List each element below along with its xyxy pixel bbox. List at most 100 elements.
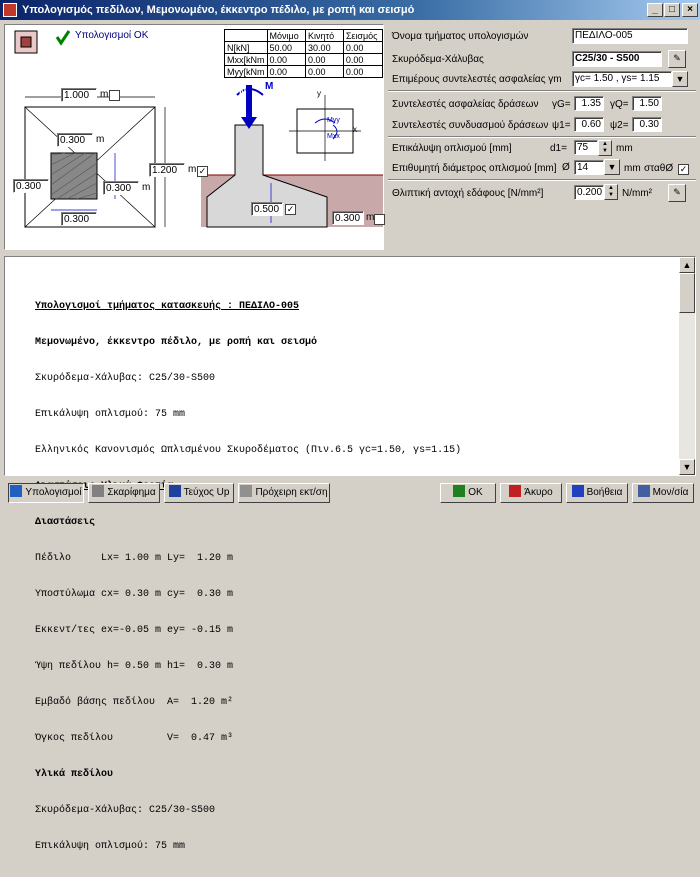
- h1-field[interactable]: 0.300: [332, 211, 364, 225]
- table-cell[interactable]: 0.00: [305, 65, 344, 78]
- help-button-label: Βοήθεια: [586, 487, 623, 498]
- soil-edit-icon[interactable]: ✎: [668, 184, 686, 202]
- psi2-label: ψ2=: [610, 120, 629, 131]
- cancel-button[interactable]: Άκυρο: [500, 483, 562, 503]
- stath-label: σταθØ: [644, 163, 674, 174]
- scroll-thumb[interactable]: [679, 273, 695, 313]
- name-label: Όνομα τμήματος υπολογισμών: [392, 31, 529, 42]
- table-cell: Mxx[kNm: [224, 53, 268, 66]
- soil-input[interactable]: 0.200: [574, 185, 604, 200]
- material-value[interactable]: C25/30 - S500: [572, 51, 662, 67]
- psi2-input[interactable]: 0.30: [632, 117, 662, 132]
- units-button[interactable]: Μον/σία: [632, 483, 694, 503]
- report-line: Υποστύλωμα cx= 0.30 m cy= 0.30 m: [35, 589, 234, 600]
- ey-field[interactable]: 0.300: [61, 212, 97, 226]
- material-label: Σκυρόδεμα-Χάλυβας: [392, 54, 484, 65]
- diam-unit: mm: [624, 163, 641, 174]
- table-cell[interactable]: 50.00: [266, 41, 307, 54]
- mxx-label: Mxx: [327, 133, 340, 140]
- table-cell[interactable]: 0.00: [342, 41, 384, 54]
- teuxos-button[interactable]: Τεύχος Up: [164, 483, 234, 503]
- ly-checkbox[interactable]: ✓: [197, 166, 208, 177]
- table-row: Mxx[kNm 0.00 0.00 0.00: [224, 53, 384, 66]
- units-icon: [637, 485, 650, 497]
- scroll-up-icon[interactable]: ▲: [679, 257, 695, 273]
- help-button[interactable]: Βοήθεια: [566, 483, 628, 503]
- print-button[interactable]: Πρόχειρη εκτ/ση: [238, 483, 330, 503]
- table-header: [224, 29, 268, 42]
- report-line: Διαστάσεις: [35, 517, 96, 528]
- scrollbar[interactable]: ▲ ▼: [679, 257, 695, 475]
- report-area[interactable]: Υπολογισμοί τμήματος κατασκευής : ΠΕΔΙΛΟ…: [4, 256, 696, 852]
- table-cell[interactable]: 0.00: [266, 53, 307, 66]
- gg-input[interactable]: 1.35: [574, 96, 604, 111]
- h-checkbox[interactable]: ✓: [285, 204, 296, 215]
- report-line: Εμβαδό βάσης πεδίλου A= 1.20 m²: [35, 697, 234, 708]
- ok-button-label: OK: [468, 487, 483, 498]
- lx-field[interactable]: 1.000: [61, 88, 97, 102]
- maximize-button[interactable]: □: [664, 3, 680, 17]
- soil-label: Θλιπτική αντοχή εδάφους [N/mm²]: [392, 188, 544, 199]
- report-line: Ελληνικός Κανονισμός Ωπλισμένου Σκυροδέμ…: [35, 445, 462, 456]
- h1-checkbox[interactable]: [374, 214, 385, 225]
- print-button-label: Πρόχειρη εκτ/ση: [255, 487, 328, 498]
- sketch-button-label: Σκαρίφημα: [107, 487, 156, 498]
- table-cell[interactable]: 0.00: [342, 65, 384, 78]
- chevron-down-icon[interactable]: ▼: [672, 71, 688, 87]
- divider: [388, 179, 696, 181]
- report-line: Πέδιλο Lx= 1.00 m Ly= 1.20 m: [35, 553, 234, 564]
- myy-label: Myy: [327, 117, 340, 124]
- ok-button[interactable]: OK: [440, 483, 496, 503]
- teuxos-button-label: Τεύχος Up: [183, 487, 230, 498]
- calc-button[interactable]: Υπολογισμοί: [8, 483, 84, 503]
- close-button[interactable]: ×: [682, 3, 698, 17]
- report-line: Υλικά πεδίλου: [35, 769, 114, 780]
- table-cell[interactable]: 0.00: [266, 65, 307, 78]
- gq-label: γQ=: [610, 99, 629, 110]
- report-line: Υπολογισμοί τμήματος κατασκευής : ΠΕΔΙΛΟ…: [35, 301, 300, 312]
- n-label: N: [239, 87, 247, 98]
- scroll-down-icon[interactable]: ▼: [679, 459, 695, 475]
- name-input[interactable]: ΠΕΔΙΛΟ-005: [572, 28, 688, 44]
- table-cell: N[kN]: [224, 41, 268, 54]
- sketch-button[interactable]: Σκαρίφημα: [88, 483, 160, 503]
- cy-field[interactable]: 0.300: [103, 181, 139, 195]
- calc-ok-label: Υπολογισμοί ΟΚ: [75, 30, 149, 41]
- minimize-button[interactable]: _: [647, 3, 663, 17]
- table-cell[interactable]: 0.00: [342, 53, 384, 66]
- gq-input[interactable]: 1.50: [632, 96, 662, 111]
- d1-spinner[interactable]: ▲ ▼: [598, 140, 612, 156]
- d1-input[interactable]: 75: [574, 140, 598, 155]
- table-row: Myy[kNm 0.00 0.00 0.00: [224, 65, 384, 78]
- safety-select[interactable]: γc= 1.50 , γs= 1.15: [572, 71, 672, 87]
- report-line: Εκκεντ/τες ex=-0.05 m ey= -0.15 m: [35, 625, 234, 636]
- sketch-icon: [92, 485, 105, 497]
- y-axis-label: y: [317, 89, 321, 98]
- cover-label: Επικάλυψη οπλισμού [mm]: [392, 143, 512, 154]
- calc-icon: [10, 485, 23, 497]
- divider: [388, 90, 696, 92]
- h-field[interactable]: 0.500: [251, 202, 283, 216]
- table-cell[interactable]: 30.00: [305, 41, 344, 54]
- psi1-input[interactable]: 0.60: [574, 117, 604, 132]
- table-cell[interactable]: 0.00: [305, 53, 344, 66]
- table-header: Κινητό: [305, 29, 344, 42]
- cx-field[interactable]: 0.300: [57, 133, 93, 147]
- chevron-down-icon[interactable]: ▼: [604, 159, 620, 175]
- ex-field[interactable]: 0.300: [13, 179, 49, 193]
- report-text: Υπολογισμοί τμήματος κατασκευής : ΠΕΔΙΛΟ…: [35, 277, 461, 877]
- report-line: Σκυρόδεμα-Χάλυβας: C25/30-S500: [35, 373, 216, 384]
- table-row: N[kN] 50.00 30.00 0.00: [224, 41, 384, 54]
- psi1-label: ψ1=: [552, 120, 571, 131]
- ly-field[interactable]: 1.200: [149, 163, 185, 177]
- lx-checkbox[interactable]: [109, 90, 120, 101]
- loads-table: Μόνιμο Κινητό Σεισμός N[kN] 50.00 30.00 …: [224, 29, 384, 78]
- report-line: Όγκος πεδίλου V= 0.47 m³: [35, 733, 234, 744]
- report-line: Επικάλυψη οπλισμού: 75 mm: [35, 409, 186, 420]
- stath-checkbox[interactable]: ✓: [678, 164, 689, 175]
- soil-spinner[interactable]: ▲ ▼: [604, 184, 618, 200]
- material-edit-icon[interactable]: ✎: [668, 50, 686, 68]
- report-line: Μεμονωμένο, έκκεντρο πέδιλο, με ροπή και…: [35, 337, 318, 348]
- table-cell: Myy[kNm: [224, 65, 268, 78]
- diam-select[interactable]: 14: [574, 160, 604, 175]
